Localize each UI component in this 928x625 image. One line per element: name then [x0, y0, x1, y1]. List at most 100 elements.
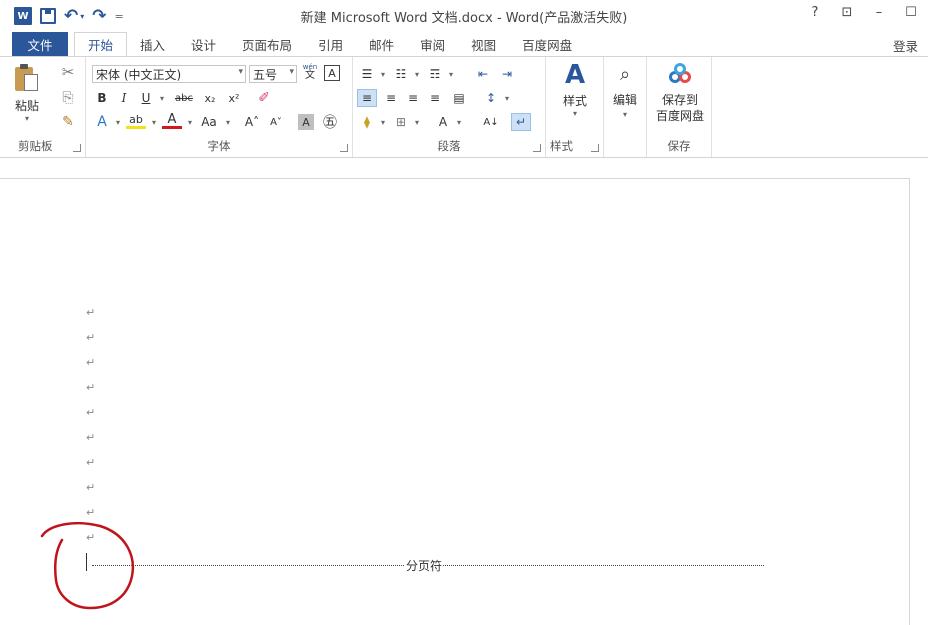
font-color-dropdown-icon[interactable]: ▾	[180, 113, 200, 131]
tab-design[interactable]: 设计	[178, 32, 229, 56]
font-group: 宋体 (中文正文) ▾ 五号 ▾ wén 文 A B I U ▾ abc x₂ …	[86, 57, 353, 157]
bullets-dropdown-icon[interactable]: ▾	[373, 65, 393, 83]
grow-font-button[interactable]: A˄	[242, 113, 262, 131]
bold-button[interactable]: B	[92, 89, 112, 107]
styles-button[interactable]: A 样式 ▾	[552, 61, 598, 131]
font-color-icon[interactable]: A	[162, 112, 182, 129]
format-painter-icon[interactable]: ✎	[58, 113, 78, 131]
paste-icon	[13, 63, 41, 93]
paragraph-mark-icon: ↵	[86, 431, 96, 444]
shrink-font-button[interactable]: A˅	[266, 113, 286, 131]
title-bar: W ↶ ▾ ↷ = 新建 Microsoft Word 文档.docx - Wo…	[0, 0, 928, 32]
tab-home[interactable]: 开始	[74, 32, 128, 56]
paragraph-mark-icon: ↵	[86, 356, 96, 369]
save-icon[interactable]	[40, 6, 56, 26]
change-case-button[interactable]: Aa	[198, 113, 220, 131]
increase-indent-icon[interactable]: ⇥	[497, 65, 517, 83]
paragraph-group: ☰ ▾ ☷ ▾ ☶ ▾ ⇤ ⇥ ≡ ≡ ≡ ≡ ▤ ↕ ▾ ⧫ ▾ ⊞ ▾ A …	[353, 57, 546, 157]
align-center-button[interactable]: ≡	[381, 89, 401, 107]
show-marks-icon[interactable]: ↵	[511, 113, 531, 131]
word-logo-icon[interactable]: W	[14, 6, 32, 26]
ribbon-tabs: 文件 开始 插入 设计 页面布局 引用 邮件 审阅 视图 百度网盘	[0, 32, 928, 56]
font-size-select[interactable]: 五号 ▾	[249, 65, 297, 83]
copy-icon[interactable]: ⎘	[58, 89, 78, 107]
font-size-value: 五号	[253, 67, 278, 82]
asian-layout-dropdown-icon[interactable]: ▾	[449, 113, 469, 131]
phonetic-guide-button[interactable]: wén 文	[300, 63, 320, 81]
undo-icon: ↶	[64, 5, 79, 26]
paragraph-mark-icon: ↵	[86, 381, 96, 394]
paragraph-mark-icon: ↵	[86, 406, 96, 419]
paragraph-launcher-icon[interactable]	[533, 144, 541, 152]
justify-button[interactable]: ≡	[425, 89, 445, 107]
maximize-button[interactable]: ☐	[904, 5, 918, 20]
font-launcher-icon[interactable]	[340, 144, 348, 152]
change-case-dropdown-icon[interactable]: ▾	[218, 113, 238, 131]
highlight-icon[interactable]: ab	[126, 113, 146, 129]
redo-button[interactable]: ↷	[92, 6, 106, 26]
shading-dropdown-icon[interactable]: ▾	[373, 113, 393, 131]
page-break-label: 分页符	[405, 557, 444, 574]
font-name-value: 宋体 (中文正文)	[96, 67, 182, 82]
save-group: 保存到 百度网盘 保存	[646, 57, 712, 157]
tab-review[interactable]: 审阅	[407, 32, 458, 56]
decrease-indent-icon[interactable]: ⇤	[473, 65, 493, 83]
customize-icon: =	[114, 9, 124, 23]
clipboard-launcher-icon[interactable]	[73, 144, 81, 152]
highlight-dropdown-icon[interactable]: ▾	[144, 113, 164, 131]
styles-launcher-icon[interactable]	[591, 144, 599, 152]
align-left-button[interactable]: ≡	[357, 89, 377, 107]
paragraph-group-label: 段落	[437, 139, 461, 153]
paragraph-mark-icon: ↵	[86, 306, 96, 319]
signin-link[interactable]: 登录	[893, 36, 918, 55]
tab-file[interactable]: 文件	[12, 32, 68, 56]
numbering-dropdown-icon[interactable]: ▾	[407, 65, 427, 83]
character-border-icon[interactable]: A	[324, 65, 340, 81]
paste-button[interactable]: 粘贴 ▾	[10, 63, 44, 133]
distributed-button[interactable]: ▤	[449, 89, 469, 107]
page-top-edge	[0, 178, 910, 179]
enclose-characters-icon[interactable]: ㊄	[320, 113, 340, 131]
character-shading-icon[interactable]: A	[298, 114, 314, 130]
tab-view[interactable]: 视图	[458, 32, 509, 56]
clipboard-group: 粘贴 ▾ ✂ ⎘ ✎ 剪贴板	[0, 57, 86, 157]
window-controls: ? ⊡ – ☐	[808, 5, 918, 20]
editing-group: ⌕ 编辑 ▾	[604, 57, 646, 157]
styles-group: A 样式 ▾ 样式	[546, 57, 604, 157]
help-button[interactable]: ?	[808, 5, 822, 20]
tab-mailings[interactable]: 邮件	[356, 32, 407, 56]
subscript-button[interactable]: x₂	[200, 89, 220, 107]
clear-formatting-icon[interactable]: ✐	[254, 89, 274, 107]
tab-insert[interactable]: 插入	[127, 32, 178, 56]
paste-label: 粘贴	[14, 99, 39, 113]
phonetic-guide-bottom: 文	[305, 69, 315, 81]
text-effects-dropdown-icon[interactable]: ▾	[108, 113, 128, 131]
borders-dropdown-icon[interactable]: ▾	[407, 113, 427, 131]
undo-button[interactable]: ↶ ▾	[64, 6, 84, 26]
sort-icon[interactable]: A↓	[481, 113, 501, 131]
chevron-down-icon: ▾	[238, 67, 243, 77]
underline-dropdown-icon[interactable]: ▾	[152, 89, 172, 107]
save-to-baidu-button[interactable]: 保存到 百度网盘	[651, 63, 709, 133]
ribbon-display-button[interactable]: ⊡	[840, 5, 854, 20]
ribbon: 粘贴 ▾ ✂ ⎘ ✎ 剪贴板 宋体 (中文正文) ▾ 五号 ▾ wén 文 A …	[0, 56, 928, 158]
align-right-button[interactable]: ≡	[403, 89, 423, 107]
minimize-button[interactable]: –	[872, 5, 886, 20]
paragraph-mark-icon: ↵	[86, 481, 96, 494]
strikethrough-button[interactable]: abc	[172, 89, 196, 107]
tab-page-layout[interactable]: 页面布局	[229, 32, 305, 56]
editing-button[interactable]: ⌕ 编辑 ▾	[606, 65, 644, 135]
superscript-button[interactable]: x²	[224, 89, 244, 107]
tab-references[interactable]: 引用	[305, 32, 356, 56]
paragraph-mark-icon: ↵	[86, 506, 96, 519]
italic-button[interactable]: I	[114, 89, 134, 107]
save-group-label: 保存	[667, 139, 691, 153]
customize-qat-button[interactable]: =	[115, 6, 124, 26]
cut-icon[interactable]: ✂	[58, 63, 78, 81]
quick-access-toolbar: W ↶ ▾ ↷ =	[14, 6, 132, 26]
tab-baidu-netdisk[interactable]: 百度网盘	[509, 32, 585, 56]
styles-button-label: 样式	[562, 93, 587, 108]
font-name-select[interactable]: 宋体 (中文正文) ▾	[92, 65, 246, 83]
multilevel-dropdown-icon[interactable]: ▾	[441, 65, 461, 83]
line-spacing-dropdown-icon[interactable]: ▾	[497, 89, 517, 107]
